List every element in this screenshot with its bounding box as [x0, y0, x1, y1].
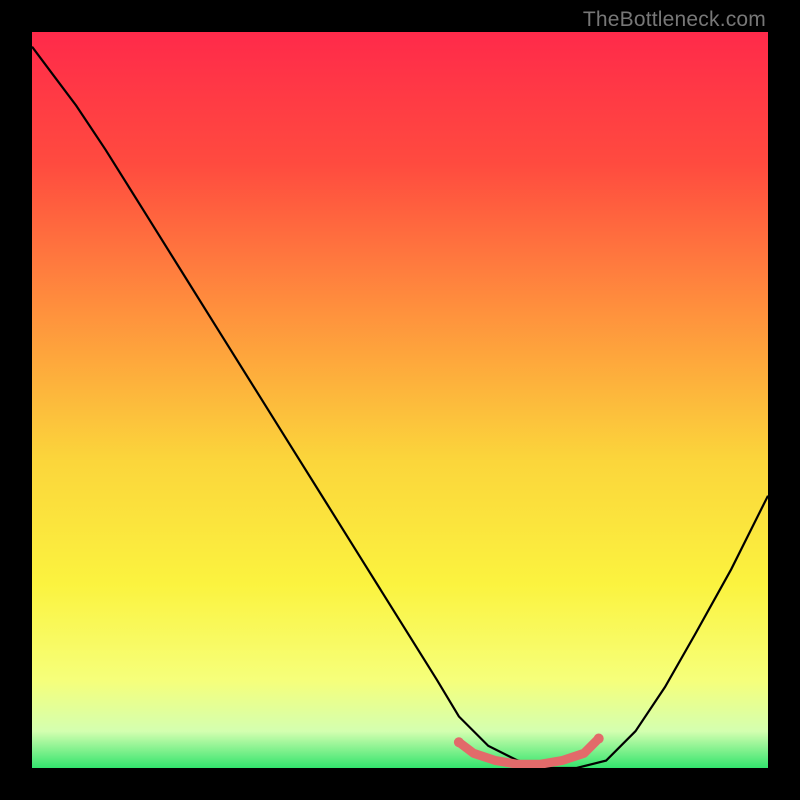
- chart-container: TheBottleneck.com: [0, 0, 800, 800]
- gradient-background: [32, 32, 768, 768]
- highlight-endpoint-left: [454, 737, 464, 747]
- chart-plot: [32, 32, 768, 768]
- highlight-endpoint-right: [594, 734, 604, 744]
- watermark-text: TheBottleneck.com: [583, 8, 766, 32]
